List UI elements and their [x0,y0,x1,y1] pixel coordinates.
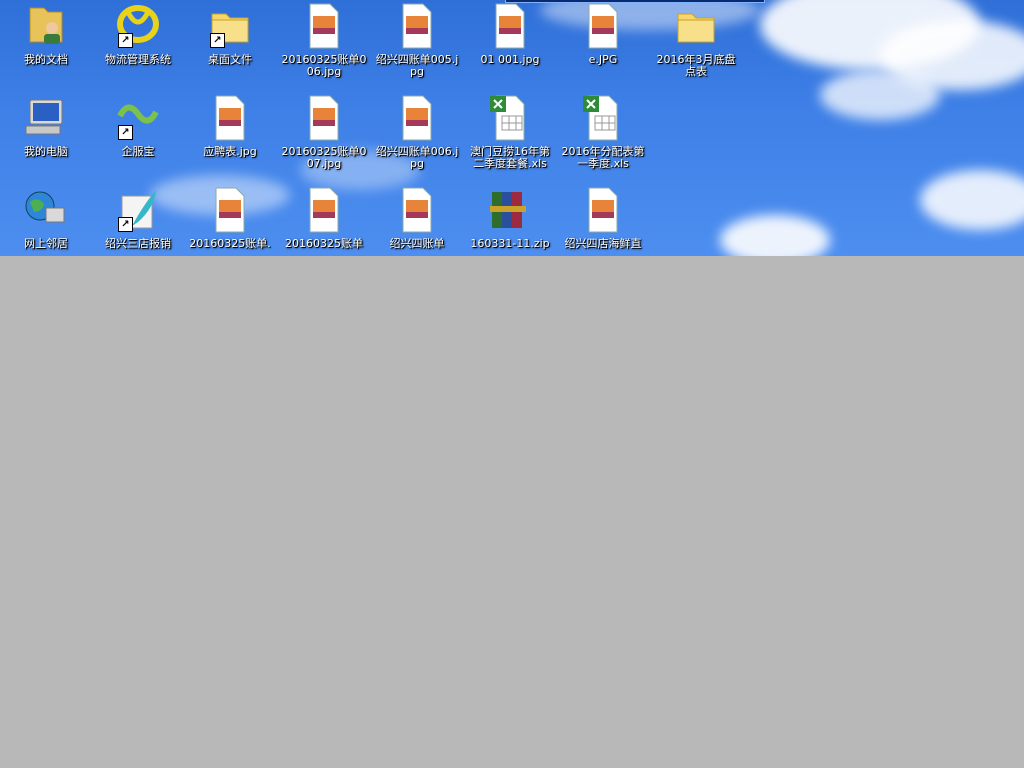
icon-label: 桌面文件 [208,53,252,66]
my-documents-icon [22,2,70,50]
desktop-icon-file[interactable]: 澳门豆捞16年第二季度套餐.xls [464,92,556,182]
jpg-file-icon [393,186,441,234]
desktop-icon-file[interactable]: 20160325账单006.jpg [278,0,370,90]
icon-label: 我的文档 [24,53,68,66]
icon-label: 01 001.jpg [480,53,540,66]
icon-label: 20160325账单007.jpg [281,145,367,170]
desktop-icon-file[interactable]: 绍兴四账单006.jpg [371,92,463,182]
icon-label: 绍兴四账单 [389,237,445,250]
desktop-icon-file[interactable]: 20160325账单007.jpg [278,92,370,182]
icon-label: 20160325账单 [285,237,363,250]
desktop-icon-logistics[interactable]: ↗ 物流管理系统 [92,0,184,90]
desktop-icon-desktop-files[interactable]: ↗ 桌面文件 [184,0,276,90]
desktop-icon-file[interactable]: 20160325账单. [184,184,276,256]
icon-label: 应聘表.jpg [203,145,257,158]
jpg-file-icon [300,2,348,50]
desktop-icon-file[interactable]: 绍兴四账单005.jpg [371,0,463,90]
jpg-file-icon [486,2,534,50]
desktop-icon-file[interactable]: 20160325账单 [278,184,370,256]
desktop-icon-file[interactable]: e.JPG [557,0,649,90]
jpg-file-icon [579,2,627,50]
icon-label: 企服宝 [121,145,155,158]
desktop-icon-qifubao[interactable]: ↗ 企服宝 [92,92,184,182]
feather-app-icon: ↗ [114,186,162,234]
desktop-icon-my-computer[interactable]: 我的电脑 [0,92,92,182]
jpg-file-icon [579,186,627,234]
desktop-icon-my-documents[interactable]: 我的文档 [0,0,92,90]
desktop-wallpaper: 我的文档 ↗ 物流管理系统 ↗ 桌面文件 20160325账单006.jpg 绍… [0,0,1024,256]
icon-label: 绍兴四店海鲜直 [564,237,642,250]
network-places-icon [22,186,70,234]
desktop-icon-file[interactable]: 2016年分配表第一季度.xls [557,92,649,182]
jpg-file-icon [206,94,254,142]
excel-file-icon [579,94,627,142]
desktop-icon-file[interactable]: 绍兴四账单 [371,184,463,256]
shortcut-arrow-icon: ↗ [118,125,133,140]
excel-file-icon [486,94,534,142]
icon-label: 物流管理系统 [105,53,171,66]
icon-label: 20160325账单. [189,237,271,250]
desktop-icon-file[interactable]: 01 001.jpg [464,0,556,90]
jpg-file-icon [300,186,348,234]
desktop-icon-file[interactable]: 应聘表.jpg [184,92,276,182]
folder-icon [672,2,720,50]
icon-label: 20160325账单006.jpg [281,53,367,78]
desktop-icon-file[interactable]: 绍兴四店海鲜直 [557,184,649,256]
my-computer-icon [22,94,70,142]
winrar-archive-icon [486,186,534,234]
icon-label: 澳门豆捞16年第二季度套餐.xls [470,145,550,170]
desktop-icon-feather-app[interactable]: ↗ 绍兴三店报销 [92,184,184,256]
desktop-icon-network[interactable]: 网上邻居 [0,184,92,256]
jpg-file-icon [206,186,254,234]
shortcut-arrow-icon: ↗ [118,217,133,232]
jpg-file-icon [300,94,348,142]
desktop-icon-archive[interactable]: 160331-11.zip [464,184,556,256]
jpg-file-icon [393,2,441,50]
icon-label: 绍兴四账单005.jpg [375,53,459,78]
logistics-app-icon: ↗ [114,2,162,50]
icon-label: 160331-11.zip [470,237,550,250]
shortcut-arrow-icon: ↗ [118,33,133,48]
unrendered-screen-area [0,256,1024,768]
icon-label: 绍兴三店报销 [105,237,171,250]
folder-icon: ↗ [206,2,254,50]
icon-label: e.JPG [588,53,618,66]
qifubao-app-icon: ↗ [114,94,162,142]
icon-label: 网上邻居 [24,237,68,250]
icon-label: 绍兴四账单006.jpg [375,145,459,170]
shortcut-arrow-icon: ↗ [210,33,225,48]
icon-label: 我的电脑 [24,145,68,158]
jpg-file-icon [393,94,441,142]
desktop-icon-folder[interactable]: 2016年3月底盘点表 [650,0,742,90]
icon-label: 2016年分配表第一季度.xls [561,145,645,170]
icon-label: 2016年3月底盘点表 [656,53,736,78]
